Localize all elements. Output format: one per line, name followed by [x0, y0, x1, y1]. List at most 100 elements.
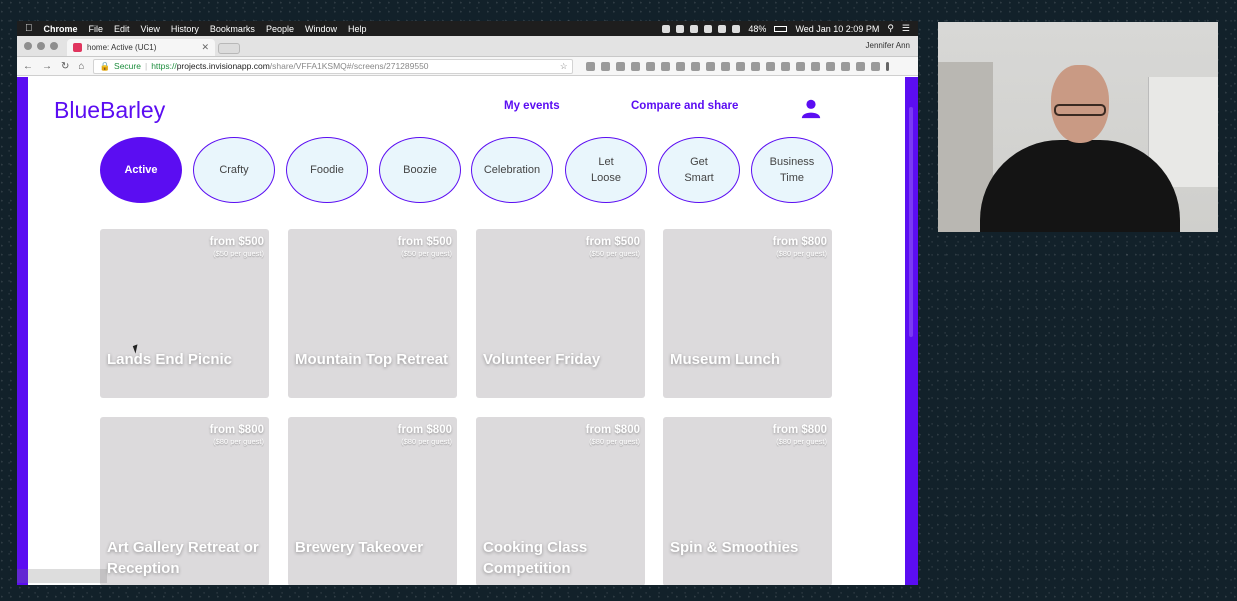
- event-card[interactable]: from $800 ($80 per guest) Museum Lunch: [663, 229, 832, 398]
- reload-icon[interactable]: ↻: [61, 61, 69, 72]
- menu-file[interactable]: File: [89, 24, 104, 34]
- extension-icon[interactable]: [826, 61, 836, 71]
- tab-bar: home: Active (UC1) ✕ Jennifer Ann: [17, 36, 918, 57]
- extension-icon[interactable]: [646, 61, 656, 71]
- url-host: projects.invisionapp.com: [176, 61, 270, 71]
- extension-icon[interactable]: [721, 61, 731, 71]
- apple-icon[interactable]: : [25, 23, 33, 34]
- window-controls: [24, 42, 58, 50]
- card-price: from $800: [772, 236, 827, 248]
- extension-icon[interactable]: [856, 61, 866, 71]
- url-path: /share/VFFA1KSMQ#/screens/271289550: [269, 61, 429, 71]
- event-card[interactable]: from $800 ($80 per guest) Brewery Takeov…: [288, 417, 457, 585]
- extension-icon[interactable]: [661, 61, 671, 71]
- extension-icon[interactable]: [616, 61, 626, 71]
- event-card[interactable]: from $800 ($80 per guest) Spin & Smoothi…: [663, 417, 832, 585]
- extension-icon[interactable]: [811, 61, 821, 71]
- card-per-guest: ($50 per guest): [589, 249, 640, 258]
- address-bar[interactable]: 🔒 Secure | https:// projects.invisionapp…: [93, 58, 574, 74]
- event-card[interactable]: from $800 ($80 per guest) Cooking Class …: [476, 417, 645, 585]
- menu-people[interactable]: People: [266, 24, 294, 34]
- card-per-guest: ($80 per guest): [589, 437, 640, 446]
- extension-icon[interactable]: [601, 61, 611, 71]
- clock[interactable]: Wed Jan 10 2:09 PM: [795, 24, 879, 34]
- home-icon[interactable]: ⌂: [78, 61, 84, 72]
- extension-icon[interactable]: [796, 61, 806, 71]
- volume-icon[interactable]: [732, 24, 741, 33]
- close-tab-icon[interactable]: ✕: [201, 42, 209, 53]
- tray-icon[interactable]: [704, 24, 713, 33]
- card-per-guest: ($80 per guest): [401, 437, 452, 446]
- card-price: from $500: [585, 236, 640, 248]
- extension-icon[interactable]: [676, 61, 686, 71]
- extension-icon[interactable]: [586, 61, 596, 71]
- user-icon[interactable]: [800, 97, 822, 119]
- event-card[interactable]: from $800 ($80 per guest) Art Gallery Re…: [100, 417, 269, 585]
- tray-icon[interactable]: [690, 24, 699, 33]
- card-price: from $500: [397, 236, 452, 248]
- spotlight-icon[interactable]: ⚲: [887, 23, 894, 34]
- category-celebration[interactable]: Celebration: [471, 137, 553, 203]
- tab-home-active[interactable]: home: Active (UC1) ✕: [67, 39, 215, 56]
- close-window-button[interactable]: [24, 42, 32, 50]
- new-tab-button[interactable]: [218, 43, 240, 54]
- extension-icon[interactable]: [706, 61, 716, 71]
- menu-window[interactable]: Window: [305, 24, 337, 34]
- extension-icon[interactable]: [736, 61, 746, 71]
- card-per-guest: ($80 per guest): [776, 437, 827, 446]
- notification-center-icon[interactable]: ☰: [902, 23, 910, 34]
- wifi-icon[interactable]: [718, 24, 727, 33]
- extension-icon[interactable]: [691, 61, 701, 71]
- invision-favicon-icon: [73, 43, 82, 52]
- zoom-window-button[interactable]: [50, 42, 58, 50]
- event-card[interactable]: from $500 ($50 per guest) Mountain Top R…: [288, 229, 457, 398]
- extension-icon[interactable]: [631, 61, 641, 71]
- extension-icon[interactable]: [841, 61, 851, 71]
- category-foodie[interactable]: Foodie: [286, 137, 368, 203]
- category-business-time[interactable]: Business Time: [751, 137, 833, 203]
- app-menu[interactable]: Chrome: [44, 24, 78, 34]
- address-toolbar: ← → ↻ ⌂ 🔒 Secure | https:// projects.inv…: [17, 57, 918, 76]
- card-title: Lands End Picnic: [107, 351, 233, 368]
- profile-name[interactable]: Jennifer Ann: [866, 41, 910, 50]
- compare-and-share-link[interactable]: Compare and share: [631, 100, 738, 112]
- tray-icon[interactable]: [662, 24, 671, 33]
- made-with-invision-badge[interactable]: [17, 569, 107, 583]
- category-crafty[interactable]: Crafty: [193, 137, 275, 203]
- menu-edit[interactable]: Edit: [114, 24, 130, 34]
- extension-icon[interactable]: [871, 61, 881, 71]
- card-per-guest: ($80 per guest): [776, 249, 827, 258]
- url-scheme: https://: [151, 61, 177, 71]
- my-events-link[interactable]: My events: [504, 100, 560, 112]
- bookmark-star-icon[interactable]: ☆: [560, 61, 568, 72]
- chrome-menu-icon[interactable]: [886, 61, 890, 71]
- event-card[interactable]: from $500 ($50 per guest) Volunteer Frid…: [476, 229, 645, 398]
- card-title: Spin & Smoothies: [670, 539, 799, 556]
- card-title: Brewery Takeover: [295, 539, 424, 556]
- card-title: Mountain Top Retreat: [295, 351, 449, 368]
- category-get-smart[interactable]: Get Smart: [658, 137, 740, 203]
- lock-icon: 🔒: [99, 60, 111, 71]
- minimize-window-button[interactable]: [37, 42, 45, 50]
- extension-icon[interactable]: [781, 61, 791, 71]
- category-let-loose[interactable]: Let Loose: [565, 137, 647, 203]
- card-per-guest: ($80 per guest): [213, 437, 264, 446]
- menu-history[interactable]: History: [171, 24, 199, 34]
- menu-view[interactable]: View: [141, 24, 160, 34]
- tray-icon[interactable]: [676, 24, 685, 33]
- brand-logo[interactable]: BlueBarley: [54, 97, 165, 124]
- page-scrollbar[interactable]: [909, 107, 913, 337]
- category-boozie[interactable]: Boozie: [379, 137, 461, 203]
- event-card[interactable]: from $500 ($50 per guest) Lands End Picn…: [100, 229, 269, 398]
- extension-icon[interactable]: [751, 61, 761, 71]
- menu-help[interactable]: Help: [348, 24, 367, 34]
- category-active[interactable]: Active: [100, 137, 182, 203]
- battery-percent[interactable]: 48%: [748, 24, 766, 34]
- forward-icon[interactable]: →: [42, 61, 52, 72]
- card-price: from $800: [585, 424, 640, 436]
- back-icon[interactable]: ←: [23, 61, 33, 72]
- extension-icon[interactable]: [766, 61, 776, 71]
- webcam-overlay: [938, 22, 1218, 232]
- menu-bookmarks[interactable]: Bookmarks: [210, 24, 255, 34]
- battery-icon[interactable]: [774, 25, 788, 32]
